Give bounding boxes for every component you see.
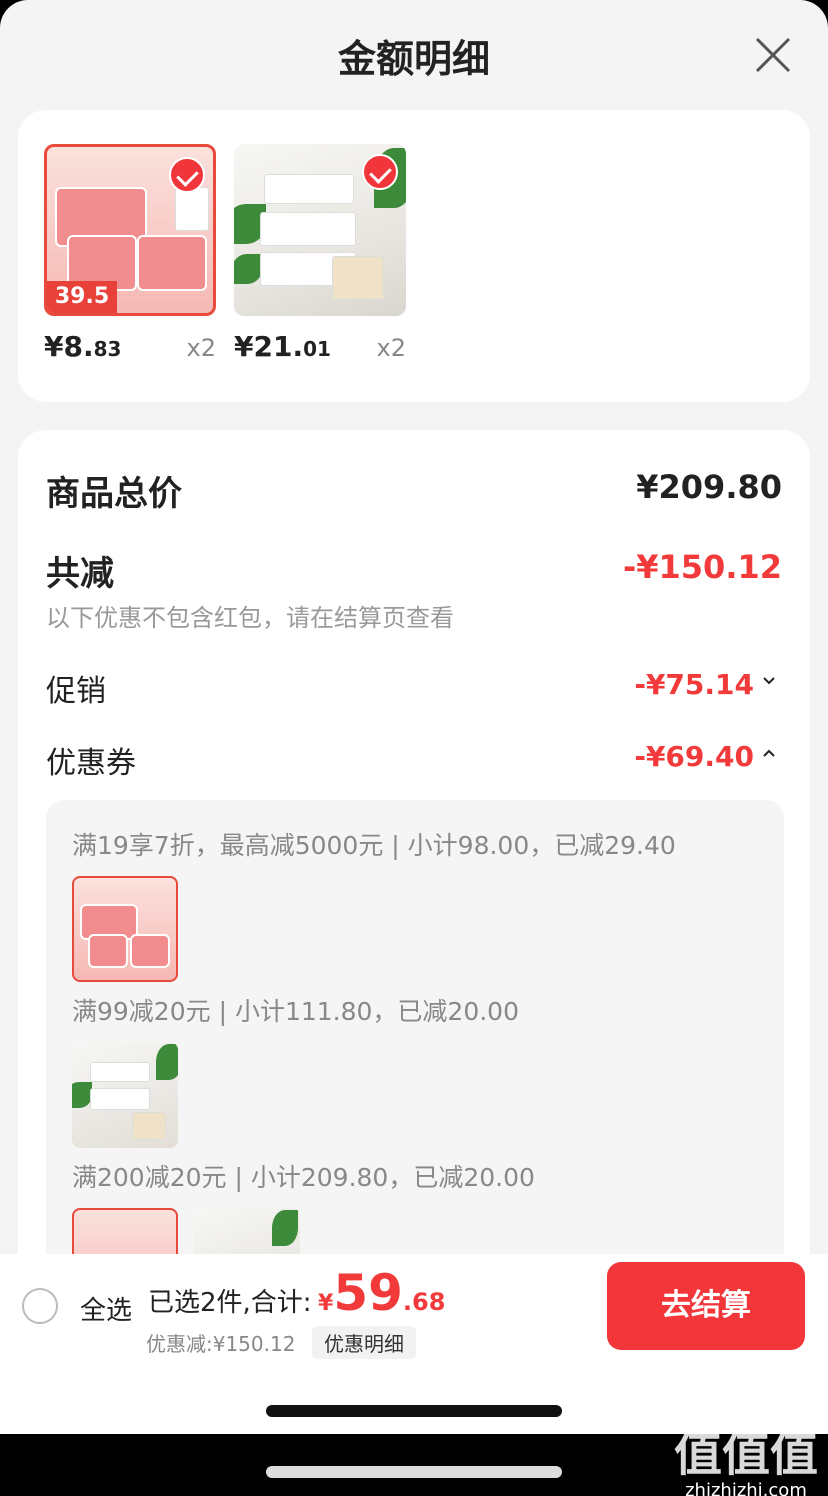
system-home-indicator[interactable]	[266, 1466, 562, 1478]
total-label: 商品总价	[46, 474, 182, 514]
reduce-label: 共减	[46, 554, 114, 594]
product-item[interactable]: 39.5 ¥8.83 x2	[44, 144, 216, 366]
checkout-button[interactable]: 去结算	[607, 1262, 805, 1350]
sheet-header: 金额明细	[0, 0, 828, 108]
promo-label: 促销	[46, 674, 106, 709]
coupon-value: -¥69.40	[634, 740, 754, 773]
chevron-up-icon[interactable]	[762, 746, 776, 760]
selected-check-icon[interactable]	[362, 154, 398, 190]
chevron-down-icon[interactable]	[762, 674, 776, 688]
checkout-bar: 全选 已选2件,合计: ¥59.68 优惠减:¥150.12 优惠明细 去结算	[0, 1254, 828, 1360]
select-all-radio[interactable]	[22, 1288, 58, 1324]
product-item[interactable]: ¥21.01 x2	[234, 144, 406, 366]
close-icon[interactable]	[754, 36, 792, 74]
promo-row[interactable]: 促销 -¥75.14	[46, 666, 782, 709]
watermark-text: 值值值	[673, 1426, 818, 1482]
reduce-value: -¥150.12	[622, 548, 782, 586]
coupon-rule: 满19享7折，最高减5000元 | 小计98.00，已减29.40	[72, 831, 676, 860]
total-amount: ¥59.68	[318, 1264, 446, 1322]
price-badge: 39.5	[47, 281, 117, 313]
selected-check-icon[interactable]	[169, 157, 205, 193]
product-price: ¥21.01	[234, 330, 331, 363]
coupon-product-thumb	[72, 876, 178, 982]
watermark-logo: 值值值 zhizhizhi.com	[674, 1414, 818, 1496]
select-all-label[interactable]: 全选	[80, 1290, 132, 1327]
coupon-rule: 满200减20元 | 小计209.80，已减20.00	[72, 1163, 535, 1192]
promo-value: -¥75.14	[634, 668, 754, 701]
coupon-row[interactable]: 优惠券 -¥69.40	[46, 738, 782, 781]
product-list: 39.5 ¥8.83 x2 ¥21.01 x2	[18, 110, 810, 402]
sheet-title: 金额明细	[337, 37, 490, 81]
coupon-label: 优惠券	[46, 746, 136, 781]
product-image	[234, 144, 406, 316]
product-quantity: x2	[376, 334, 406, 362]
total-value: ¥209.80	[636, 468, 782, 506]
saved-amount: 优惠减:¥150.12	[146, 1332, 296, 1356]
product-image: 39.5	[44, 144, 216, 316]
discount-detail-button[interactable]: 优惠明细	[312, 1326, 416, 1359]
coupon-rule: 满99减20元 | 小计111.80，已减20.00	[72, 997, 519, 1026]
home-indicator[interactable]	[266, 1405, 562, 1417]
reduce-note: 以下优惠不包含红包，请在结算页查看	[46, 604, 454, 632]
amount-detail-sheet: 金额明细 39.5 ¥8.83 x2 ¥21.01 x2 商品总价 ¥209.8…	[0, 0, 828, 1434]
coupon-product-thumb	[72, 1042, 178, 1148]
selected-count: 已选2件,合计:	[148, 1288, 312, 1318]
product-price: ¥8.83	[44, 330, 122, 363]
product-quantity: x2	[186, 334, 216, 362]
